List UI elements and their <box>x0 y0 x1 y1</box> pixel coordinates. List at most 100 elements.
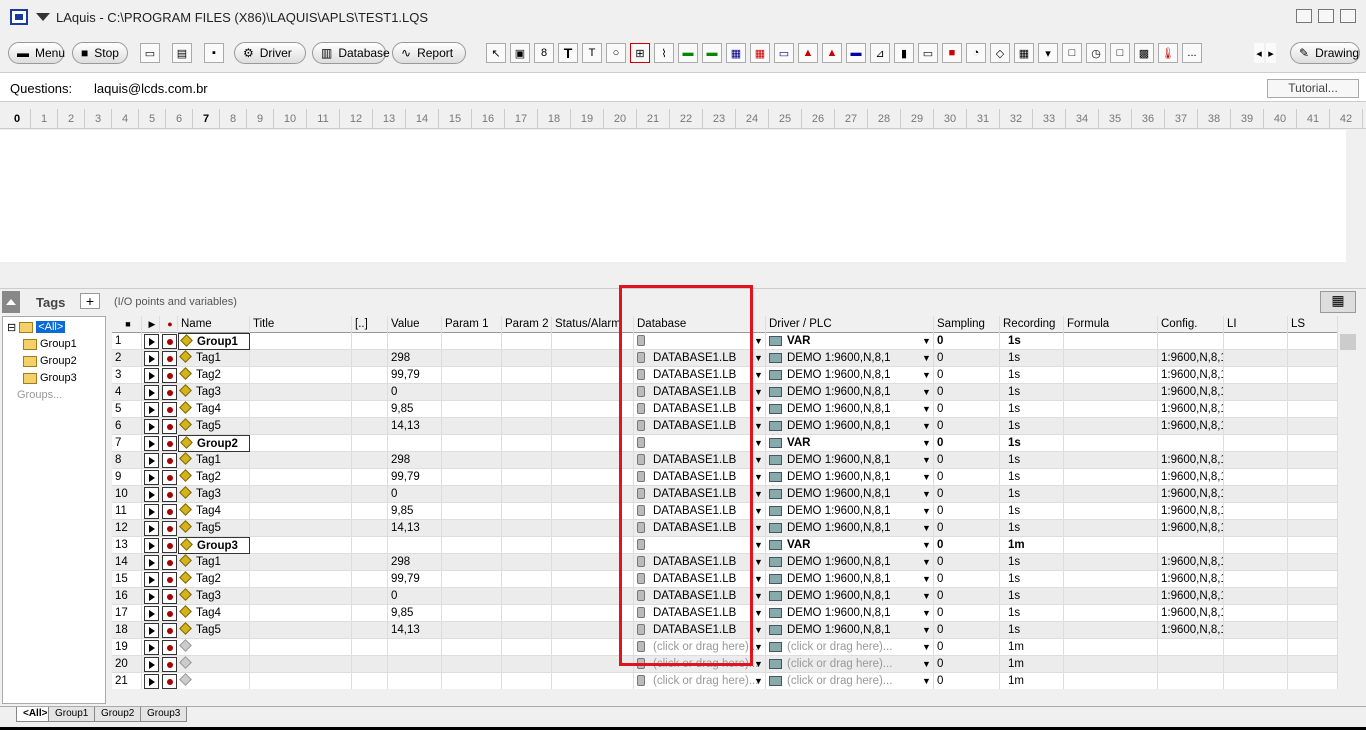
row-play-icon[interactable] <box>144 504 159 519</box>
title-cell[interactable] <box>250 588 352 605</box>
ls-cell[interactable] <box>1288 656 1338 673</box>
formula-cell[interactable] <box>1064 367 1158 384</box>
stop-button[interactable]: ■ Stop <box>72 42 128 64</box>
driver-dropdown-icon[interactable]: ▼ <box>922 452 931 469</box>
driver-cell[interactable]: DEMO 1:9600,N,8,1 <box>766 469 934 486</box>
value-cell[interactable]: 9,85 <box>388 503 442 520</box>
table-row[interactable]: 5 Tag4 9,85 DATABASE1.LB ▼ DEMO 1:9600,N,8,1 ▼… <box>112 401 1338 418</box>
driver-cell[interactable]: DEMO 1:9600,N,8,1 <box>766 520 934 537</box>
driver-dropdown-icon[interactable]: ▼ <box>922 639 931 656</box>
driver-cell[interactable]: DEMO 1:9600,N,8,1 <box>766 384 934 401</box>
sheet-tab-group2[interactable]: Group2 <box>94 707 142 722</box>
sampling-cell[interactable]: 0 <box>934 350 1000 367</box>
config-cell[interactable]: 1:9600,N,8,1 <box>1158 622 1224 639</box>
p2-cell[interactable] <box>502 588 552 605</box>
value-cell[interactable]: 14,13 <box>388 418 442 435</box>
column-header-formula[interactable]: Formula <box>1064 316 1158 333</box>
ruler-tab-36[interactable]: 36 <box>1132 109 1165 128</box>
ruler-tab-17[interactable]: 17 <box>505 109 538 128</box>
ls-cell[interactable] <box>1288 520 1338 537</box>
sampling-cell[interactable]: 0 <box>934 554 1000 571</box>
database-button[interactable]: ▥ Database <box>312 42 390 64</box>
database-cell[interactable]: DATABASE1.LB <box>634 418 766 435</box>
status-cell[interactable] <box>552 418 634 435</box>
tag-name-cell[interactable]: Group2 <box>178 435 250 452</box>
table-row[interactable]: 20 (click or drag here)... ▼ (click or drag… <box>112 656 1338 673</box>
p2-cell[interactable] <box>502 639 552 656</box>
table-row[interactable]: 16 Tag3 0 DATABASE1.LB ▼ DEMO 1:9600,N,8,1 ▼ 0 1… <box>112 588 1338 605</box>
value-cell[interactable]: 298 <box>388 452 442 469</box>
status-cell[interactable] <box>552 503 634 520</box>
title-cell[interactable] <box>250 622 352 639</box>
column-header-[interactable]: [..] <box>352 316 388 333</box>
p2-cell[interactable] <box>502 452 552 469</box>
ruler-tab-23[interactable]: 23 <box>703 109 736 128</box>
ruler-tab-12[interactable]: 12 <box>340 109 373 128</box>
p2-cell[interactable] <box>502 435 552 452</box>
tag-name-cell[interactable]: Tag1 <box>178 554 250 571</box>
tag-name-cell[interactable]: Tag4 <box>178 503 250 520</box>
p1-cell[interactable] <box>442 537 502 554</box>
sampling-cell[interactable]: 0 <box>934 367 1000 384</box>
config-cell[interactable]: 1:9600,N,8,1 <box>1158 452 1224 469</box>
window-tool-icon[interactable]: ▭ <box>774 43 794 63</box>
driver-dropdown-icon[interactable]: ▼ <box>922 503 931 520</box>
title-cell[interactable] <box>250 384 352 401</box>
driver-dropdown-icon[interactable]: ▼ <box>922 367 931 384</box>
driver-cell[interactable]: DEMO 1:9600,N,8,1 <box>766 350 934 367</box>
driver-dropdown-icon[interactable]: ▼ <box>922 350 931 367</box>
ruler-tab-14[interactable]: 14 <box>406 109 439 128</box>
database-cell[interactable]: DATABASE1.LB <box>634 520 766 537</box>
alarm-tool-icon[interactable]: ▦ <box>750 43 770 63</box>
recording-cell[interactable]: 1s <box>1000 486 1064 503</box>
driver-cell[interactable]: DEMO 1:9600,N,8,1 <box>766 588 934 605</box>
config-cell[interactable] <box>1158 639 1224 656</box>
table-row[interactable]: 8 Tag1 298 DATABASE1.LB ▼ DEMO 1:9600,N,8,1 ▼ 0… <box>112 452 1338 469</box>
table-row[interactable]: 3 Tag2 99,79 DATABASE1.LB ▼ DEMO 1:9600,N,8,1… <box>112 367 1338 384</box>
ls-cell[interactable] <box>1288 367 1338 384</box>
dots-cell[interactable] <box>352 673 388 689</box>
row-record-icon[interactable] <box>162 487 177 502</box>
bar-tool-icon[interactable]: ▬ <box>846 43 866 63</box>
tree-node-all[interactable]: ⊟ <All> <box>7 319 66 335</box>
header-play-icon[interactable]: ▶ <box>142 316 160 333</box>
table-row[interactable]: 10 Tag3 0 DATABASE1.LB ▼ DEMO 1:9600,N,8,1 ▼ 0 1… <box>112 486 1338 503</box>
database-cell[interactable]: DATABASE1.LB <box>634 384 766 401</box>
value-cell[interactable] <box>388 333 442 350</box>
formula-cell[interactable] <box>1064 469 1158 486</box>
driver-dropdown-icon[interactable]: ▼ <box>922 656 931 673</box>
li-cell[interactable] <box>1224 554 1288 571</box>
tutorial-button[interactable]: Tutorial... <box>1267 79 1359 98</box>
database-cell[interactable]: DATABASE1.LB <box>634 350 766 367</box>
sampling-cell[interactable]: 0 <box>934 639 1000 656</box>
database-cell[interactable]: DATABASE1.LB <box>634 452 766 469</box>
config-cell[interactable] <box>1158 656 1224 673</box>
dots-cell[interactable] <box>352 401 388 418</box>
thermometer-tool-icon[interactable]: 🌡 <box>1158 43 1178 63</box>
formula-cell[interactable] <box>1064 673 1158 689</box>
driver-dropdown-icon[interactable]: ▼ <box>922 418 931 435</box>
ruler-tab-37[interactable]: 37 <box>1165 109 1198 128</box>
p2-cell[interactable] <box>502 673 552 689</box>
p1-cell[interactable] <box>442 554 502 571</box>
row-record-icon[interactable] <box>162 351 177 366</box>
row-play-icon[interactable] <box>144 419 159 434</box>
column-header-value[interactable]: Value <box>388 316 442 333</box>
dots-cell[interactable] <box>352 656 388 673</box>
row-record-icon[interactable] <box>162 555 177 570</box>
li-cell[interactable] <box>1224 537 1288 554</box>
dots-cell[interactable] <box>352 588 388 605</box>
p2-cell[interactable] <box>502 367 552 384</box>
database-dropdown-icon[interactable]: ▼ <box>754 520 763 537</box>
database-dropdown-icon[interactable]: ▼ <box>754 503 763 520</box>
tag-name-cell[interactable]: Tag3 <box>178 588 250 605</box>
tag-name-cell[interactable] <box>178 673 250 689</box>
config-cell[interactable]: 1:9600,N,8,1 <box>1158 384 1224 401</box>
title-dropdown-icon[interactable] <box>36 13 50 21</box>
row-record-icon[interactable] <box>162 589 177 604</box>
sampling-cell[interactable]: 0 <box>934 384 1000 401</box>
p1-cell[interactable] <box>442 571 502 588</box>
database-dropdown-icon[interactable]: ▼ <box>754 605 763 622</box>
ruler-tab-15[interactable]: 15 <box>439 109 472 128</box>
column-header-ls[interactable]: LS <box>1288 316 1338 333</box>
